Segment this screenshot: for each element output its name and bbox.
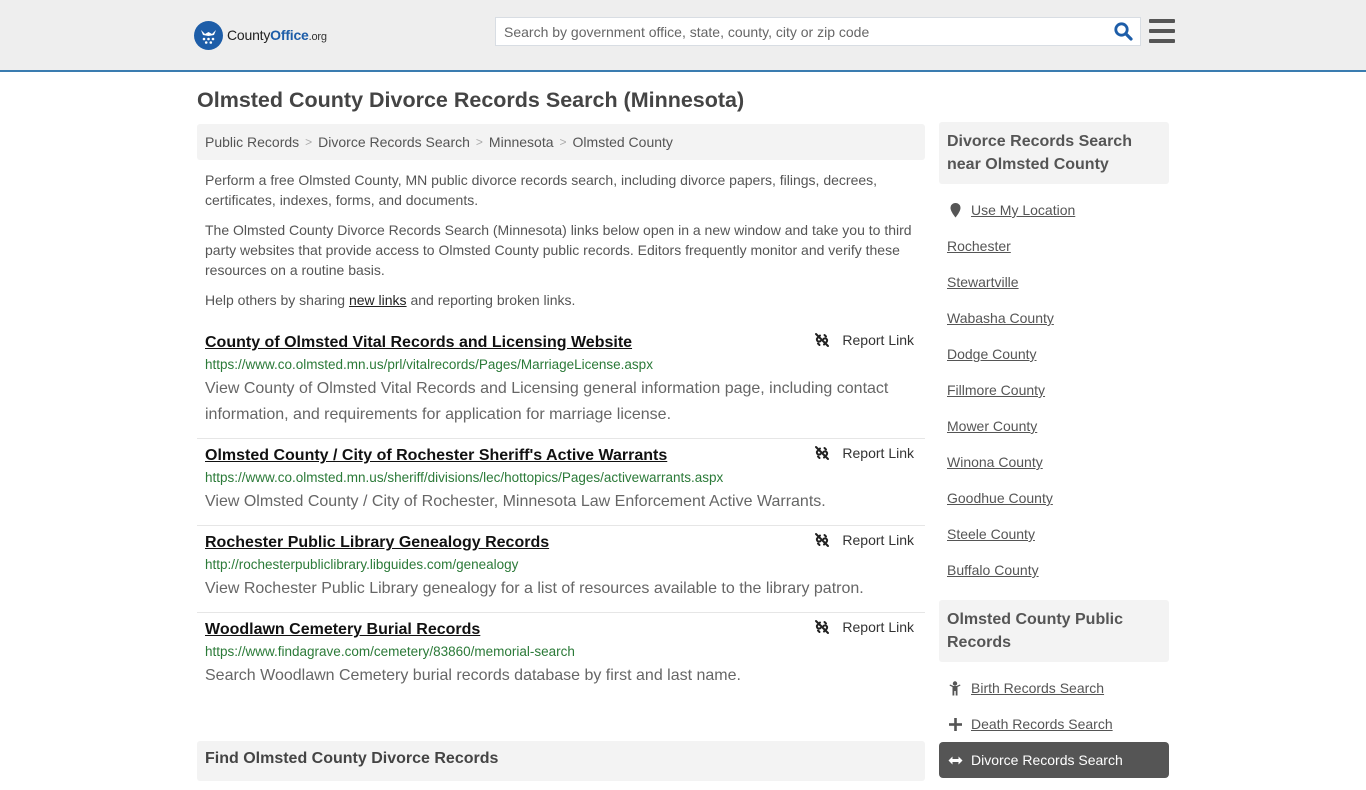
result-description: View County of Olmsted Vital Records and… [205,380,889,423]
site-header: CountyOffice.org [0,0,1366,72]
breadcrumb-olmsted-county[interactable]: Olmsted County [573,134,673,150]
nearby-item: Fillmore County [939,372,1169,408]
public-records-item: Birth Records Search [939,670,1169,706]
public-records-section-heading: Olmsted County Public Records [939,600,1169,662]
search-input[interactable] [496,18,1106,45]
result-description: View Olmsted County / City of Rochester,… [205,493,826,510]
nearby-link[interactable]: Winona County [947,454,1043,470]
cross-icon [947,717,963,731]
result-description: View Rochester Public Library genealogy … [205,580,864,597]
results-list: County of Olmsted Vital Records and Lice… [197,326,925,699]
report-link-button[interactable]: Report Link [814,445,914,461]
nearby-item: Winona County [939,444,1169,480]
report-link-label: Report Link [842,445,914,461]
breadcrumb-divorce-records-search[interactable]: Divorce Records Search [318,134,470,150]
public-records-link[interactable]: Death Records Search [971,716,1113,732]
result-url: https://www.co.olmsted.mn.us/prl/vitalre… [205,357,653,372]
nearby-item: Rochester [939,228,1169,264]
report-link-button[interactable]: Report Link [814,619,914,635]
breadcrumb-separator: > [559,135,567,149]
nearby-link[interactable]: Goodhue County [947,490,1053,506]
result-url: https://www.findagrave.com/cemetery/8386… [205,644,575,659]
arrows-horizontal-icon [947,755,963,766]
breadcrumb-public-records[interactable]: Public Records [205,134,299,150]
breadcrumb: Public Records > Divorce Records Search … [197,124,925,160]
hamburger-menu-icon-bar [1149,39,1175,43]
public-records-list: Birth Records Search Death Records Search… [939,662,1169,790]
nearby-item: Buffalo County [939,552,1169,588]
report-link-label: Report Link [842,532,914,548]
intro-help-paragraph: Help others by sharing new links and rep… [205,292,576,308]
map-marker-icon [947,202,963,218]
page-title: Olmsted County Divorce Records Search (M… [197,88,745,112]
hamburger-menu-icon-bar [1149,19,1175,23]
breadcrumb-separator: > [305,135,313,149]
intro-paragraph: Perform a free Olmsted County, MN public… [205,172,878,208]
nearby-item: Goodhue County [939,480,1169,516]
hamburger-menu-icon-bar [1149,29,1175,33]
logo-text: CountyOffice.org [227,27,327,43]
nearby-link[interactable]: Stewartville [947,274,1019,290]
nearby-list: Use My Location Rochester Stewartville Wab… [939,184,1169,600]
nearby-link[interactable]: Buffalo County [947,562,1039,578]
report-link-label: Report Link [842,619,914,635]
child-icon [947,680,963,696]
public-records-item: Death Records Search [939,706,1169,742]
nearby-item: Wabasha County [939,300,1169,336]
result-title-link[interactable]: County of Olmsted Vital Records and Lice… [205,332,632,354]
result-url: http://rochesterpubliclibrary.libguides.… [205,557,519,572]
intro-paragraph: The Olmsted County Divorce Records Searc… [205,222,912,278]
public-records-item: Divorce Records Search [939,742,1169,778]
nearby-item: Dodge County [939,336,1169,372]
public-records-link[interactable]: Birth Records Search [971,680,1104,696]
nearby-link[interactable]: Wabasha County [947,310,1054,326]
public-records-link[interactable]: Divorce Records Search [971,752,1123,768]
broken-link-icon [815,446,830,460]
result-url: https://www.co.olmsted.mn.us/sheriff/div… [205,470,724,485]
report-link-label: Report Link [842,332,914,348]
nearby-link[interactable]: Mower County [947,418,1037,434]
breadcrumb-minnesota[interactable]: Minnesota [489,134,554,150]
breadcrumb-separator: > [475,135,483,149]
result-title-link[interactable]: Olmsted County / City of Rochester Sheri… [205,445,667,467]
nearby-link[interactable]: Rochester [947,238,1011,254]
use-my-location-item: Use My Location [939,192,1169,228]
search-bar [495,17,1141,46]
report-link-button[interactable]: Report Link [814,332,914,348]
result-item: Woodlawn Cemetery Burial Records Report … [197,613,925,699]
intro-text: Perform a free Olmsted County, MN public… [205,170,920,320]
broken-link-icon [815,620,830,634]
hamburger-menu-button[interactable] [1149,19,1175,43]
new-links-link[interactable]: new links [349,292,407,308]
search-icon [1113,22,1133,41]
site-logo[interactable]: CountyOffice.org [194,20,327,50]
eagle-stars-badge-icon [194,20,223,50]
nearby-section-heading: Divorce Records Search near Olmsted Coun… [939,122,1169,184]
nearby-item: Steele County [939,516,1169,552]
search-button[interactable] [1106,18,1140,45]
report-link-button[interactable]: Report Link [814,532,914,548]
sidebar: Divorce Records Search near Olmsted Coun… [939,122,1169,790]
broken-link-icon [815,533,830,547]
find-records-heading: Find Olmsted County Divorce Records [197,741,925,781]
nearby-link[interactable]: Dodge County [947,346,1037,362]
nearby-link[interactable]: Fillmore County [947,382,1045,398]
result-title-link[interactable]: Rochester Public Library Genealogy Recor… [205,532,549,554]
result-item: Rochester Public Library Genealogy Recor… [197,526,925,613]
nearby-link[interactable]: Steele County [947,526,1035,542]
nearby-item: Mower County [939,408,1169,444]
nearby-item: Stewartville [939,264,1169,300]
result-item: County of Olmsted Vital Records and Lice… [197,326,925,439]
result-description: Search Woodlawn Cemetery burial records … [205,667,741,684]
use-my-location-link[interactable]: Use My Location [971,202,1075,218]
broken-link-icon [815,333,830,347]
result-item: Olmsted County / City of Rochester Sheri… [197,439,925,526]
result-title-link[interactable]: Woodlawn Cemetery Burial Records [205,619,480,641]
